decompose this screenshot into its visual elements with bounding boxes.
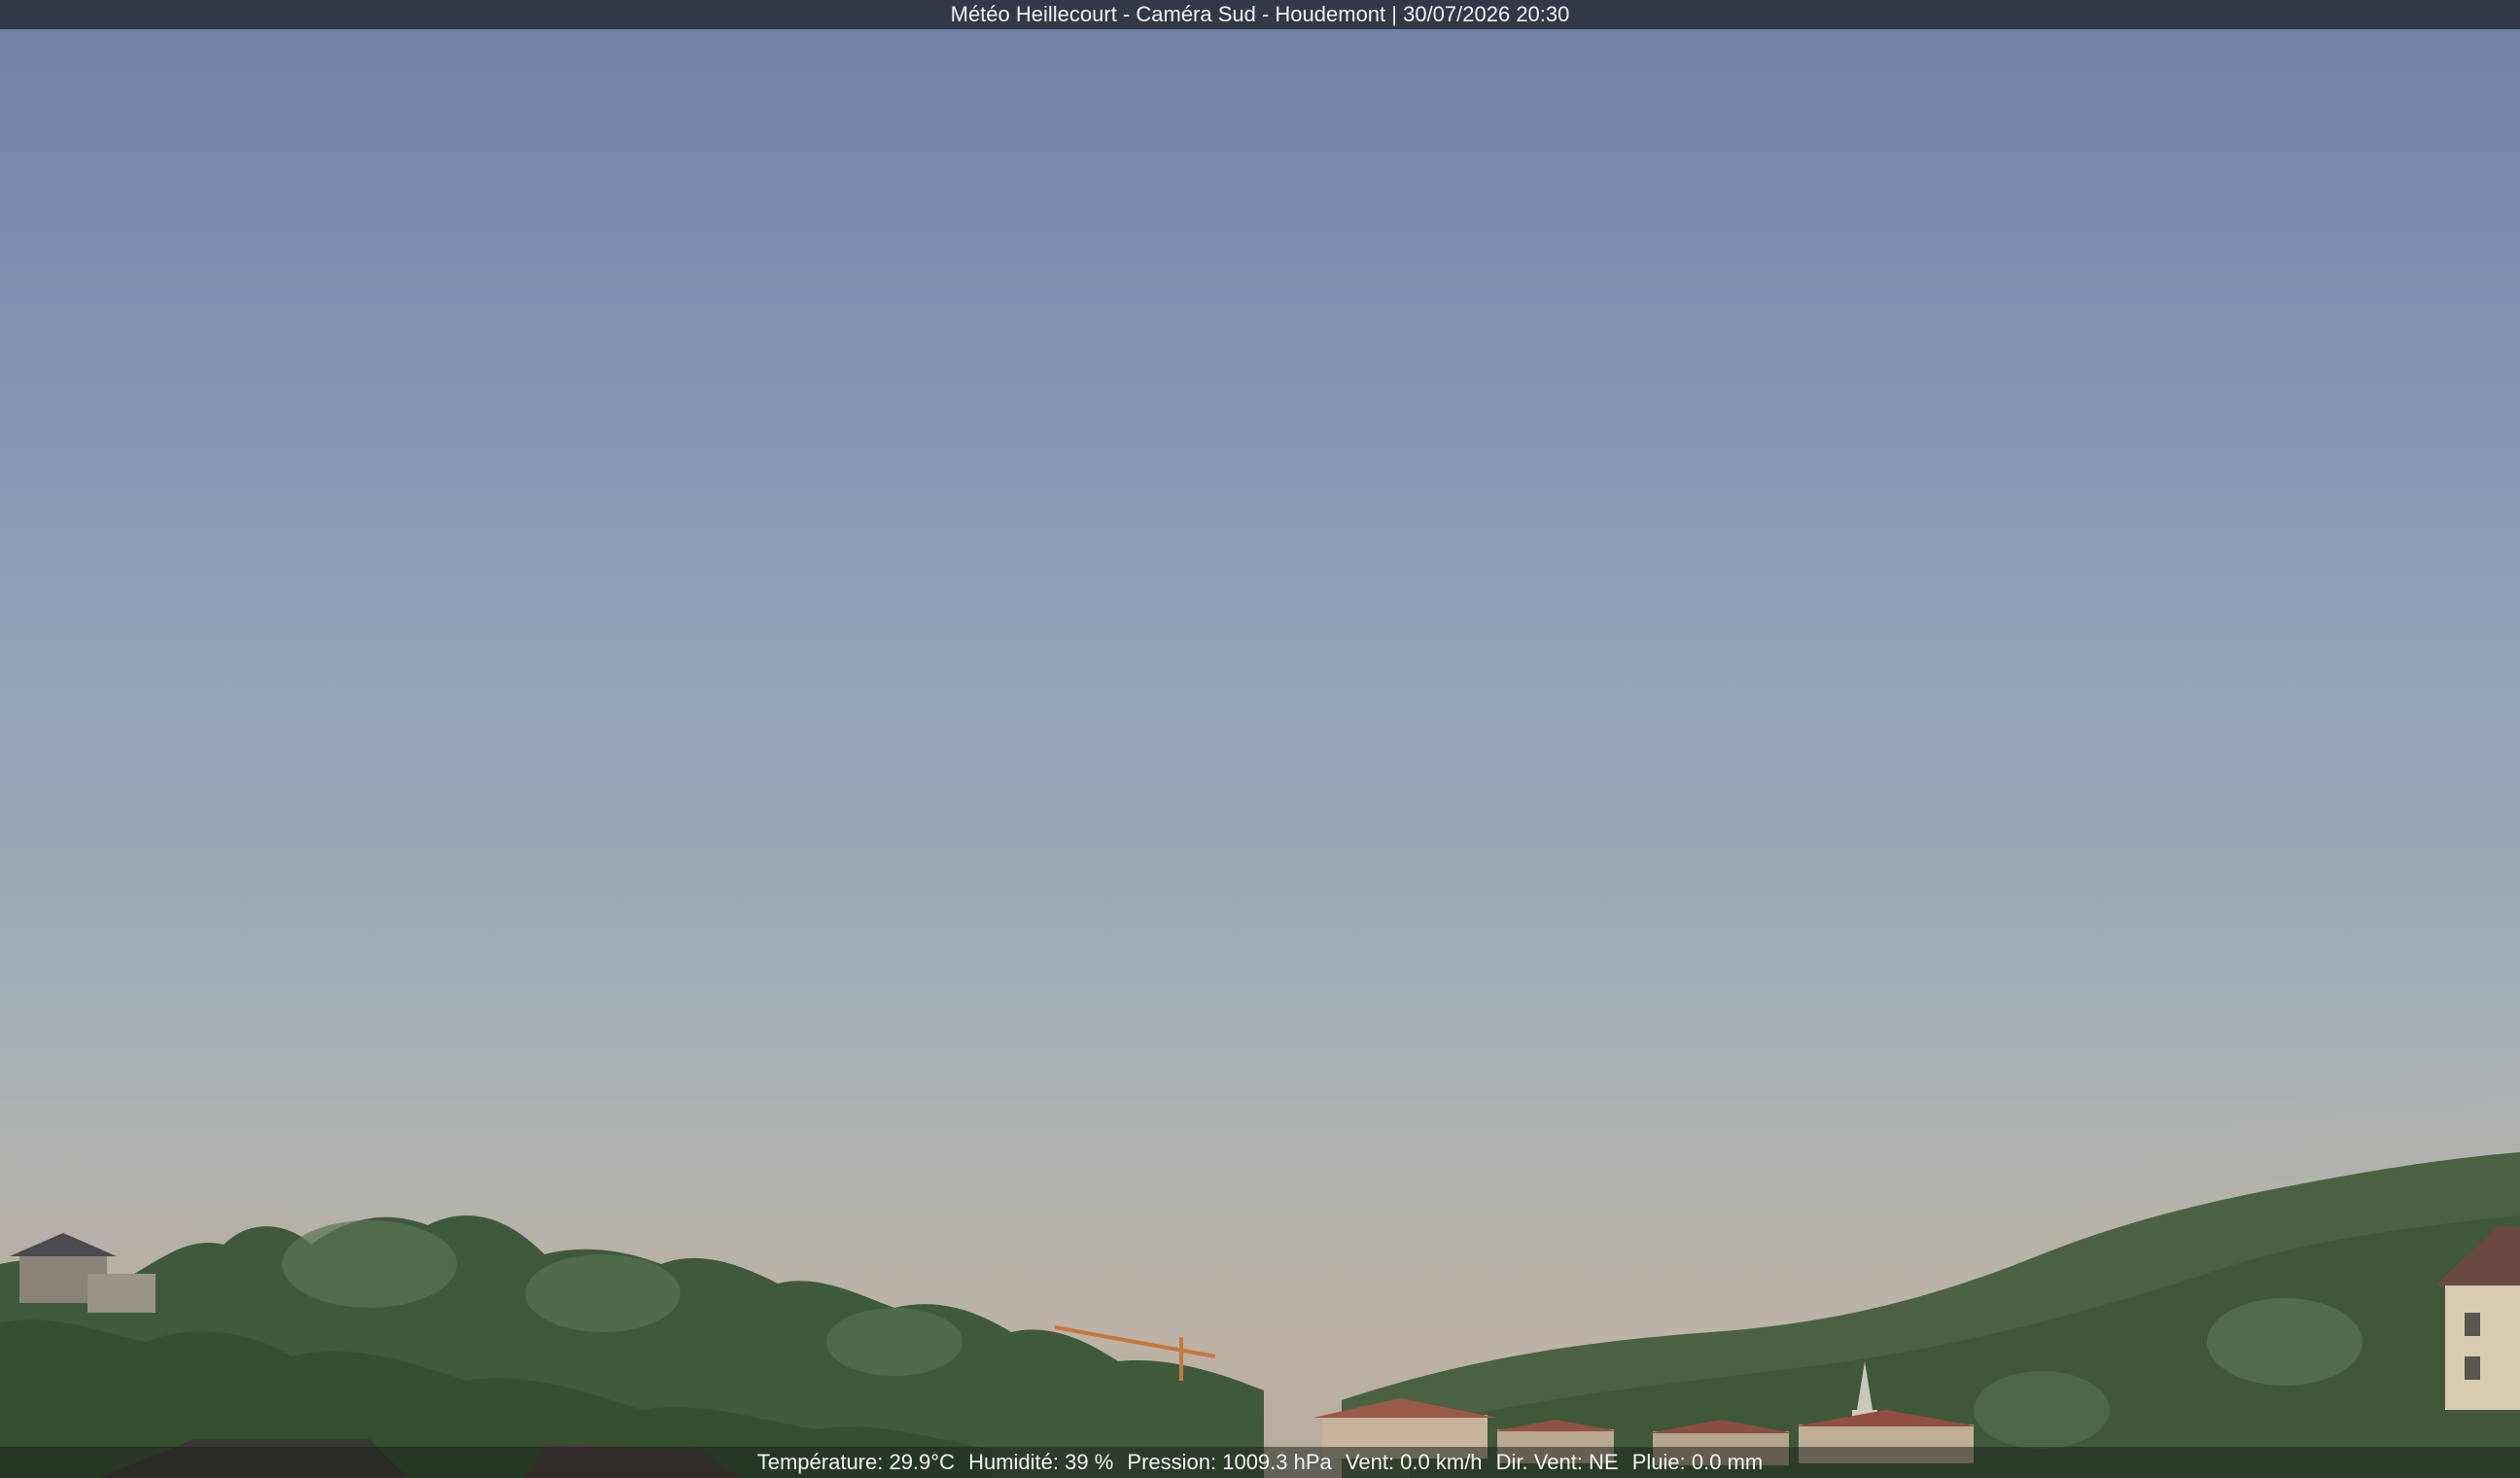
wind-speed-readout: Vent: 0.0 km/h bbox=[1345, 1450, 1483, 1474]
webcam-title-bar: Météo Heillecourt - Caméra Sud - Houdemo… bbox=[0, 0, 2520, 29]
webcam-image: Météo Heillecourt - Caméra Sud - Houdemo… bbox=[0, 0, 2520, 1478]
tree-highlight bbox=[1974, 1371, 2110, 1449]
house-window bbox=[2465, 1356, 2480, 1380]
pressure-readout: Pression: 1009.3 hPa bbox=[1127, 1450, 1332, 1474]
house bbox=[88, 1274, 156, 1313]
humidity-readout: Humidité: 39 % bbox=[968, 1450, 1114, 1474]
tree-highlight bbox=[282, 1220, 457, 1308]
rain-readout: Pluie: 0.0 mm bbox=[1631, 1450, 1764, 1474]
weather-info-bar: Température: 29.9°C Humidité: 39 % Press… bbox=[0, 1447, 2520, 1478]
house-window bbox=[2465, 1313, 2480, 1336]
tree-highlight bbox=[2207, 1298, 2362, 1386]
temperature-readout: Température: 29.9°C bbox=[756, 1450, 955, 1474]
tree-highlight bbox=[525, 1254, 681, 1332]
wind-direction-readout: Dir. Vent: NE bbox=[1495, 1450, 1619, 1474]
webcam-title: Météo Heillecourt - Caméra Sud - Houdemo… bbox=[950, 2, 1570, 26]
house-roof bbox=[10, 1233, 117, 1256]
house bbox=[2445, 1284, 2520, 1410]
landscape-scene bbox=[0, 1152, 2520, 1478]
tree-highlight bbox=[826, 1308, 962, 1376]
